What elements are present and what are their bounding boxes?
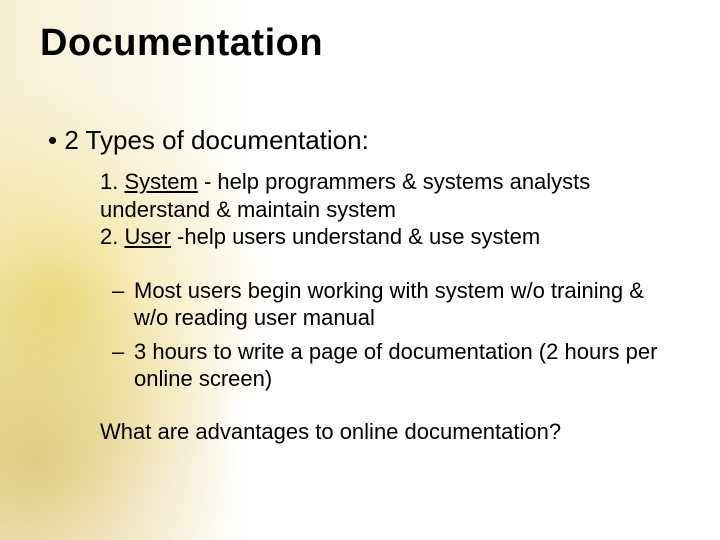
slide: Documentation 2 Types of documentation: …	[0, 0, 720, 540]
numbered-item-2-desc: -help users understand & use system	[171, 224, 540, 249]
heading-bullet: 2 Types of documentation:	[40, 125, 680, 156]
dash-item-1: Most users begin working with system w/o…	[112, 277, 672, 332]
numbered-item-2: 2. User -help users understand & use sys…	[100, 223, 660, 251]
numbered-item-1-label: System	[124, 169, 197, 194]
numbered-item-2-label: User	[124, 224, 170, 249]
closing-question: What are advantages to online documentat…	[100, 419, 680, 445]
numbered-item-1: 1. System - help programmers & systems a…	[100, 168, 660, 223]
slide-title: Documentation	[40, 22, 680, 65]
slide-content: Documentation 2 Types of documentation: …	[0, 0, 720, 445]
numbered-list: 1. System - help programmers & systems a…	[100, 168, 660, 251]
dash-item-2: 3 hours to write a page of documentation…	[112, 338, 672, 393]
dash-list: Most users begin working with system w/o…	[112, 277, 672, 393]
